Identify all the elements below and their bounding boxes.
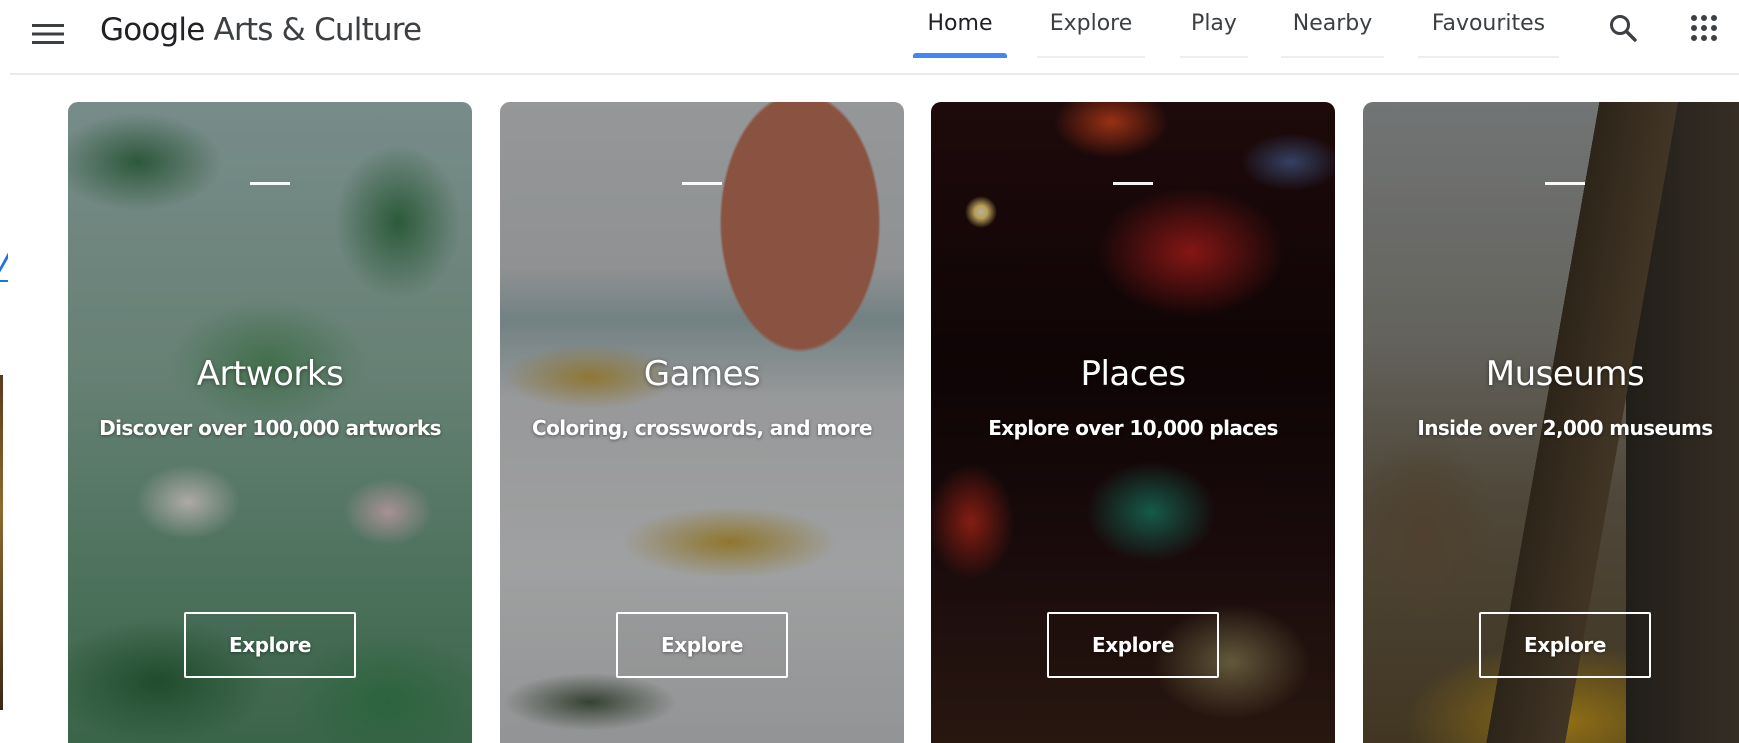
tab-play[interactable]: Play <box>1180 0 1248 58</box>
logo-product: Arts & Culture <box>213 12 423 48</box>
card-subtitle: Coloring, crosswords, and more <box>532 416 873 440</box>
tab-underline <box>1180 56 1248 58</box>
partial-link-text: y <box>0 238 8 280</box>
tab-home-label: Home <box>927 11 993 36</box>
explore-artworks-button[interactable]: Explore <box>184 612 356 678</box>
card-accent-dash <box>250 182 290 185</box>
card-museums[interactable]: Museums Inside over 2,000 museums Explor… <box>1363 102 1739 743</box>
explore-places-button[interactable]: Explore <box>1047 612 1219 678</box>
main-menu-button[interactable] <box>28 14 68 54</box>
tab-nearby[interactable]: Nearby <box>1281 0 1384 58</box>
tab-explore-label: Explore <box>1049 11 1133 36</box>
search-button[interactable] <box>1601 6 1645 50</box>
tab-underline <box>1037 56 1145 58</box>
explore-games-button[interactable]: Explore <box>616 612 788 678</box>
search-icon <box>1610 15 1637 42</box>
card-places[interactable]: Places Explore over 10,000 places Explor… <box>931 102 1335 743</box>
tab-underline <box>1281 56 1384 58</box>
card-title: Artworks <box>196 354 344 394</box>
tab-active-indicator <box>913 53 1007 58</box>
tab-home[interactable]: Home <box>913 0 1007 58</box>
card-artworks[interactable]: Artworks Discover over 100,000 artworks … <box>68 102 472 743</box>
hamburger-menu-icon <box>32 24 64 44</box>
google-arts-culture-logo[interactable]: Google Arts & Culture <box>100 10 423 50</box>
card-title: Games <box>643 354 761 394</box>
google-apps-button[interactable] <box>1682 6 1726 50</box>
card-games[interactable]: Games Coloring, crosswords, and more Exp… <box>500 102 904 743</box>
tab-favourites-label: Favourites <box>1431 11 1546 36</box>
partial-image <box>0 375 3 710</box>
card-accent-dash <box>1113 182 1153 185</box>
tab-favourites[interactable]: Favourites <box>1418 0 1559 58</box>
partial-link[interactable]: y <box>0 238 8 286</box>
card-subtitle: Explore over 10,000 places <box>988 416 1278 440</box>
card-accent-dash <box>682 182 722 185</box>
card-accent-dash <box>1545 182 1585 185</box>
tab-play-label: Play <box>1191 11 1237 36</box>
top-app-bar: Google Arts & Culture Home Explore Play … <box>0 0 1739 75</box>
tab-explore[interactable]: Explore <box>1037 0 1145 58</box>
tab-underline <box>1418 56 1559 58</box>
card-subtitle: Inside over 2,000 museums <box>1417 416 1713 440</box>
card-subtitle: Discover over 100,000 artworks <box>99 416 441 440</box>
header-divider <box>10 73 1739 75</box>
explore-museums-button[interactable]: Explore <box>1479 612 1651 678</box>
card-title: Places <box>1080 354 1186 394</box>
tab-nearby-label: Nearby <box>1292 11 1373 36</box>
logo-brand: Google <box>100 12 205 48</box>
apps-grid-icon <box>1691 15 1717 41</box>
card-title: Museums <box>1485 354 1645 394</box>
